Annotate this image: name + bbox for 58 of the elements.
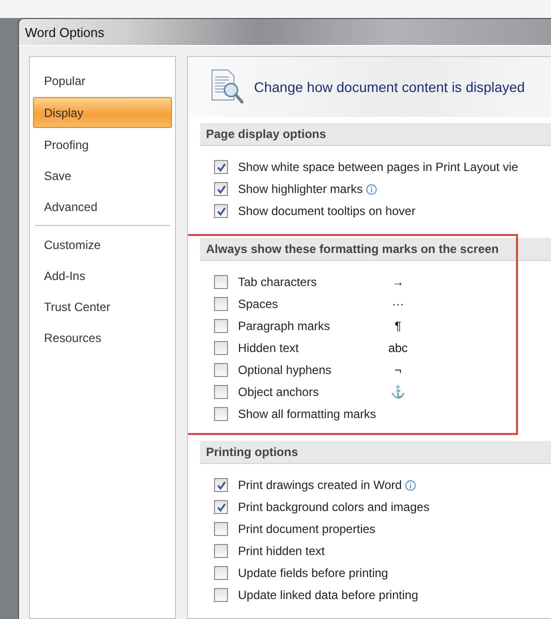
option-label: Show highlighter marks: [238, 181, 363, 197]
option-label: Object anchors: [238, 384, 320, 400]
sidebar-item[interactable]: Display: [33, 97, 172, 128]
window-title: Word Options: [25, 24, 104, 40]
checkbox[interactable]: [214, 544, 228, 558]
checkmark-icon: [216, 184, 226, 194]
checkbox[interactable]: [214, 363, 228, 377]
sidebar-item[interactable]: Add-Ins: [33, 261, 172, 290]
formatting-mark: ¶: [394, 318, 402, 334]
option-label: Print hidden text: [238, 543, 325, 559]
checkbox[interactable]: [214, 478, 228, 492]
checkbox[interactable]: [214, 407, 228, 421]
sidebar-item[interactable]: Trust Center: [33, 292, 172, 321]
formatting-mark: →: [391, 274, 405, 290]
section-heading: Printing options: [200, 441, 551, 464]
checkbox[interactable]: [214, 566, 228, 580]
option-label: Print document properties: [238, 521, 376, 537]
option-label: Spaces: [238, 296, 280, 312]
formatting-mark: abc: [387, 340, 409, 356]
option-label: Hidden text: [238, 340, 300, 356]
checkbox[interactable]: [214, 160, 228, 174]
section-heading: Always show these formatting marks on the screen: [200, 238, 551, 261]
option-label: Tab characters: [238, 274, 318, 290]
option-label: Update fields before printing: [238, 565, 388, 581]
option-label: Show document tooltips on hover: [238, 203, 416, 219]
section-heading: Page display options: [200, 123, 551, 146]
checkbox[interactable]: [214, 182, 228, 196]
sidebar-item[interactable]: Save: [33, 161, 172, 190]
option-label: Print drawings created in Word: [238, 477, 402, 493]
panel-heading: Change how document content is displayed: [254, 78, 525, 96]
option-label: Update linked data before printing: [238, 587, 418, 603]
document-magnifier-icon: [210, 69, 244, 105]
checkbox[interactable]: [214, 319, 228, 333]
sidebar-item[interactable]: Customize: [33, 230, 172, 259]
sidebar-item[interactable]: Proofing: [33, 130, 172, 159]
sidebar-item[interactable]: Advanced: [33, 192, 172, 221]
option-label: Optional hyphens: [238, 362, 332, 378]
sidebar-item[interactable]: Popular: [33, 66, 172, 95]
checkbox[interactable]: [214, 297, 228, 311]
checkmark-icon: [216, 162, 226, 172]
checkbox[interactable]: [214, 385, 228, 399]
checkbox[interactable]: [214, 341, 228, 355]
checkbox[interactable]: [214, 522, 228, 536]
formatting-mark: ···: [391, 296, 405, 312]
checkmark-icon: [216, 480, 226, 490]
checkbox[interactable]: [214, 588, 228, 602]
sidebar-item[interactable]: Resources: [33, 323, 172, 352]
checkbox[interactable]: [214, 275, 228, 289]
checkmark-icon: [216, 502, 226, 512]
option-label: Show white space between pages in Print Layout vie: [238, 159, 518, 175]
checkbox[interactable]: [214, 500, 228, 514]
option-label: Show all formatting marks: [238, 406, 378, 422]
formatting-mark: ⚓: [390, 384, 406, 400]
option-label: Print background colors and images: [238, 499, 430, 515]
formatting-mark: ¬: [393, 362, 402, 378]
checkbox[interactable]: [214, 204, 228, 218]
checkmark-icon: [216, 206, 226, 216]
option-label: Paragraph marks: [238, 318, 332, 334]
